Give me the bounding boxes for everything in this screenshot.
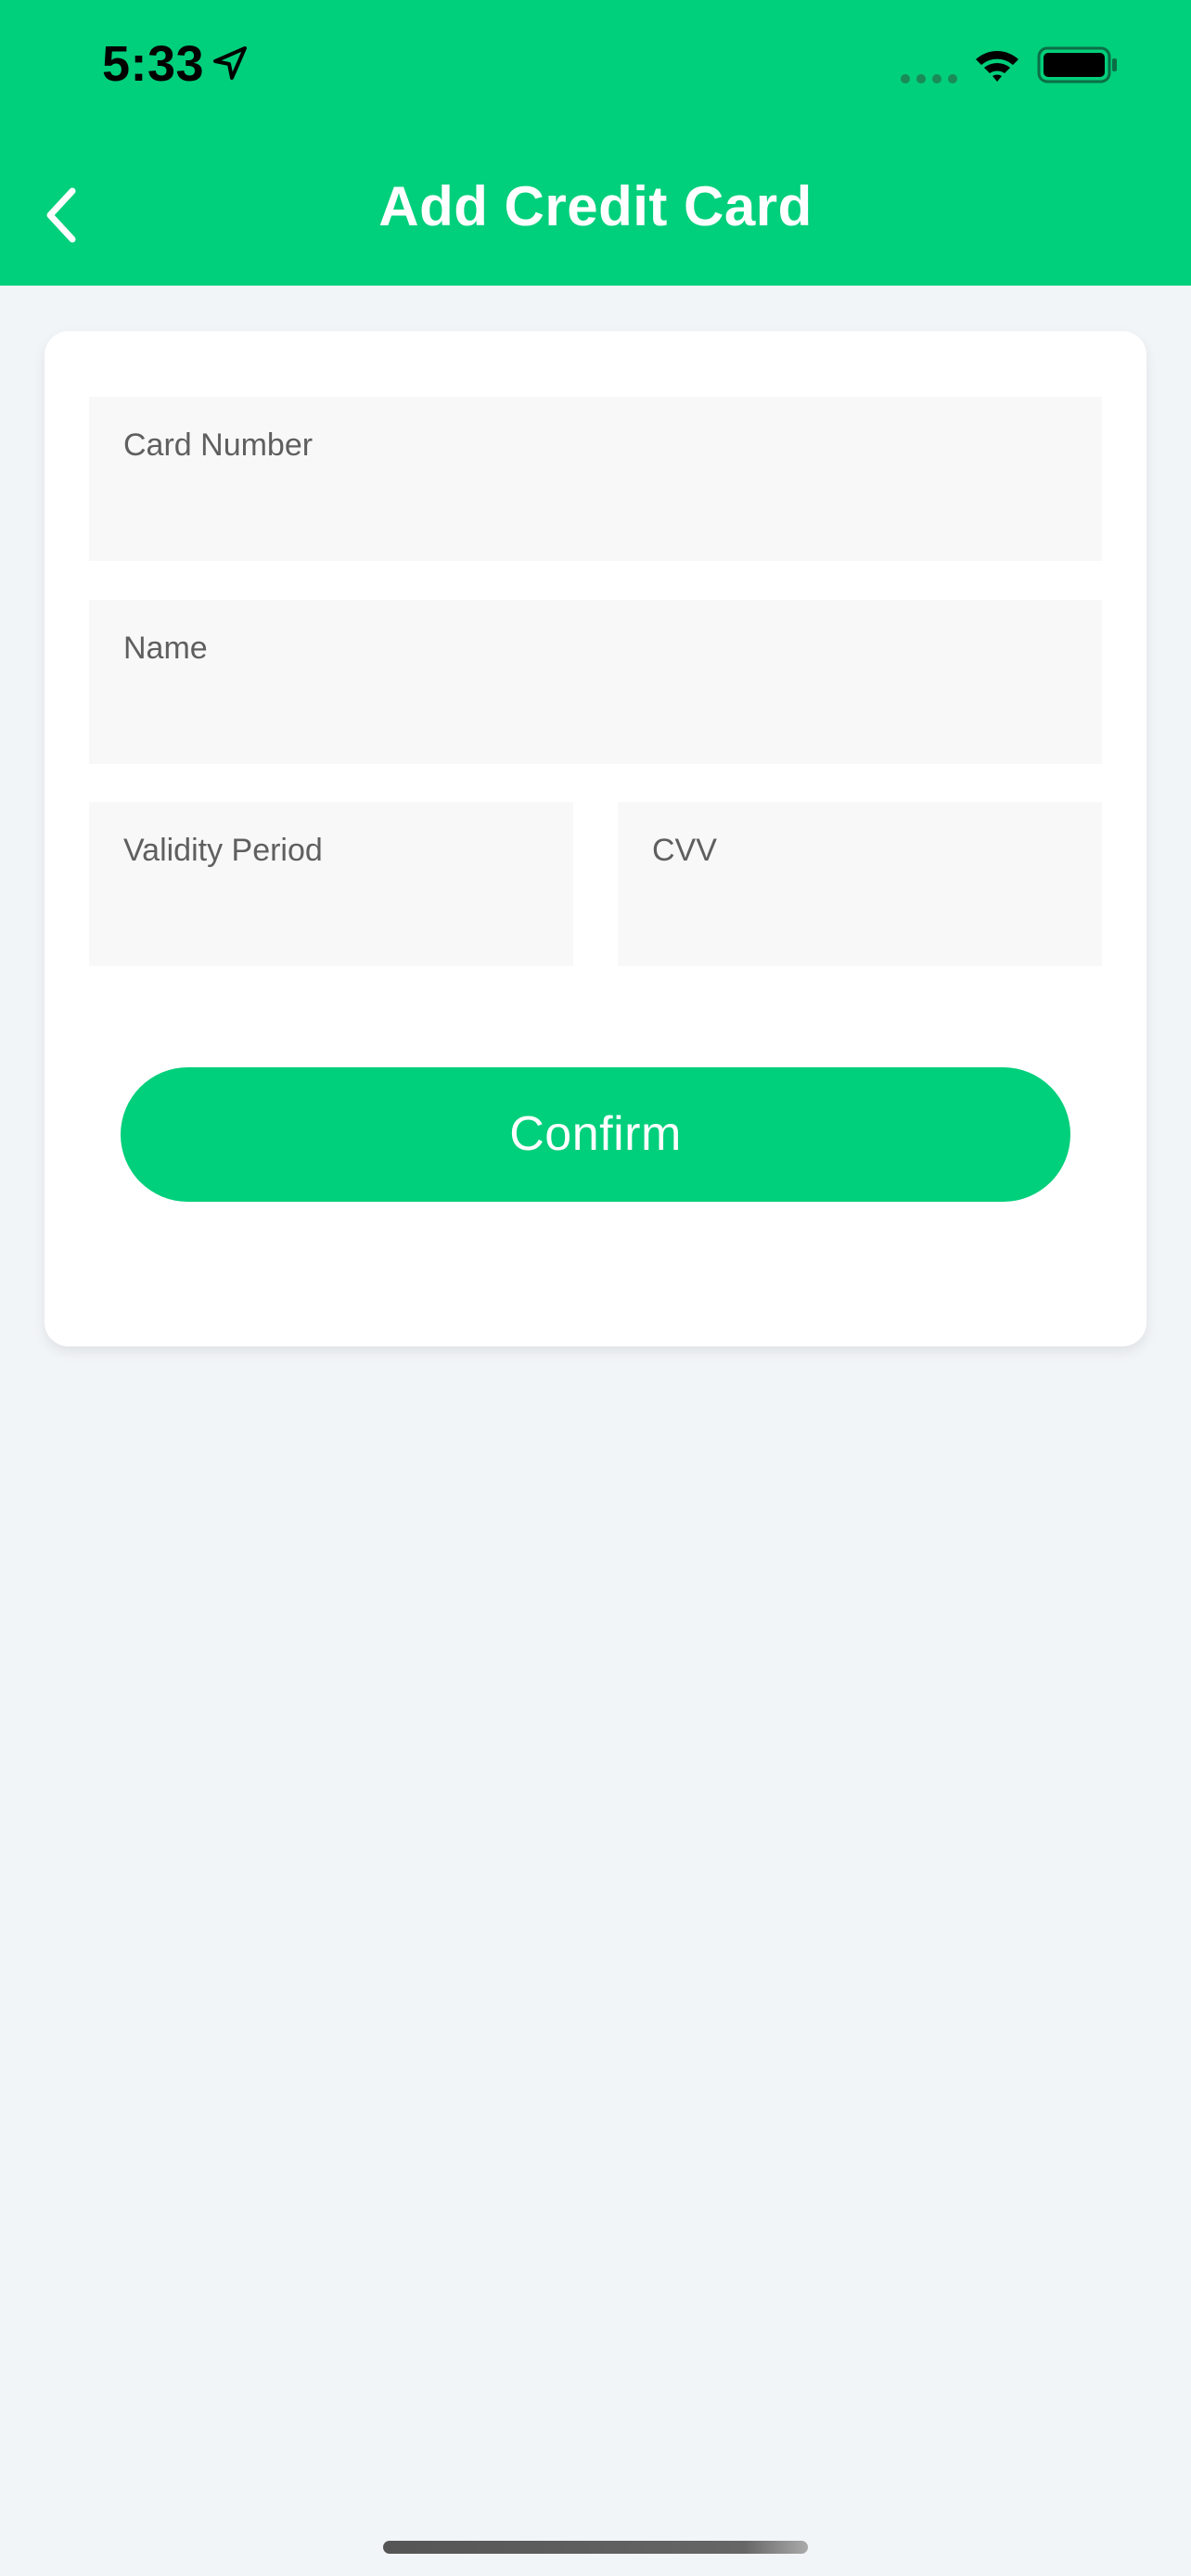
page-title: Add Credit Card (378, 175, 813, 237)
navigation-bar: Add Credit Card (0, 148, 1191, 269)
home-indicator[interactable] (383, 2541, 808, 2554)
cvv-field[interactable]: CVV (618, 802, 1102, 966)
card-number-placeholder: Card Number (123, 427, 314, 463)
cvv-placeholder: CVV (652, 833, 717, 868)
card-number-field[interactable]: Card Number (89, 397, 1102, 561)
location-arrow-icon (213, 46, 247, 80)
name-field[interactable]: Name (89, 600, 1102, 764)
status-bar: 5:33 (0, 0, 1191, 130)
app-header: 5:33 Add Credit Card (0, 0, 1191, 286)
status-time: 5:33 (102, 36, 205, 92)
wifi-icon (976, 51, 1018, 82)
credit-card-form: Card Number Name Validity Period CVV Con… (45, 331, 1146, 1346)
validity-period-placeholder: Validity Period (123, 833, 323, 868)
validity-period-field[interactable]: Validity Period (89, 802, 573, 966)
confirm-button[interactable]: Confirm (121, 1067, 1070, 1202)
battery-icon (1037, 46, 1117, 83)
name-placeholder: Name (123, 631, 208, 666)
cellular-signal-icon (901, 74, 957, 83)
